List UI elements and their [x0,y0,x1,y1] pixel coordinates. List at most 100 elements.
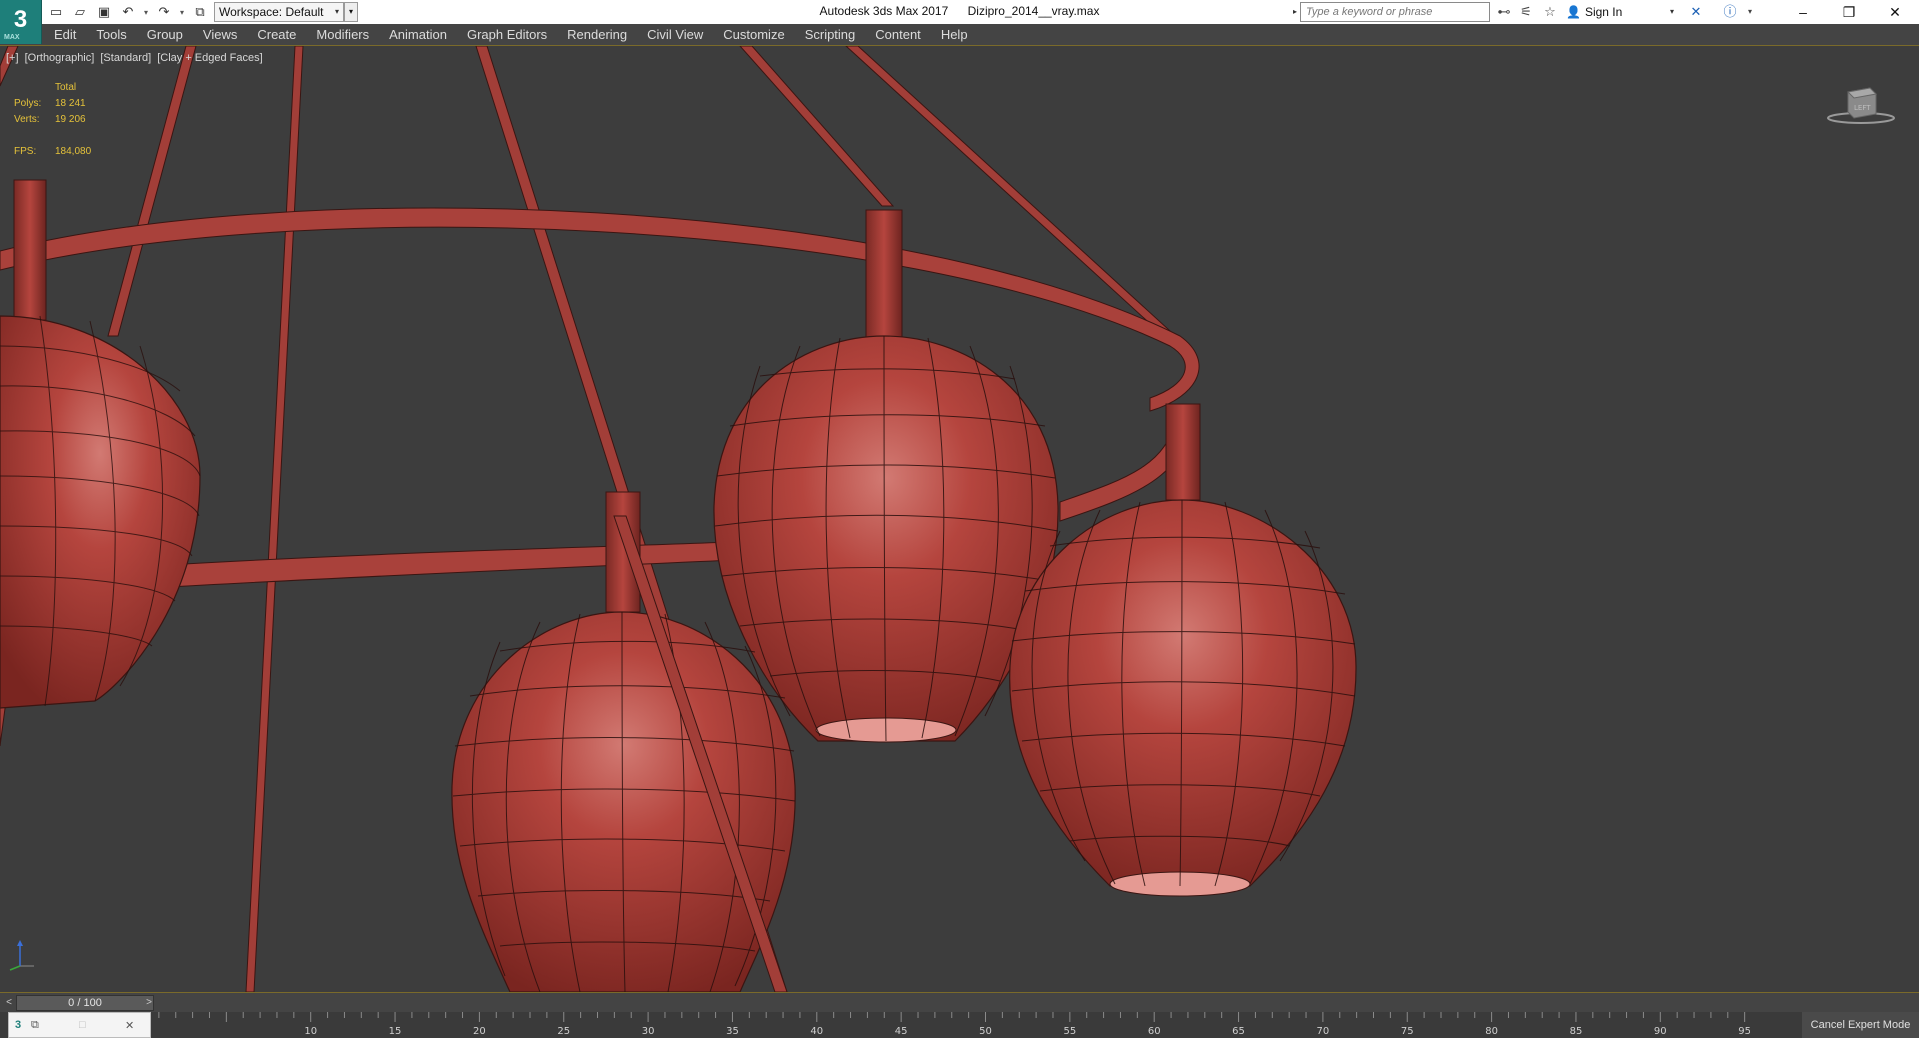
new-file-icon[interactable]: ▭ [46,2,66,22]
maxscript-listener-box[interactable]: 3 ⧉ □ ✕ [8,1012,151,1038]
stats-polys-label: Polys: [14,98,42,109]
redo-dropdown-icon[interactable]: ▾ [178,2,186,22]
chandelier-ring [0,207,1200,412]
open-file-icon[interactable]: ▱ [70,2,90,22]
lamp-stem [13,179,47,321]
cancel-expert-mode-button[interactable]: Cancel Expert Mode [1802,1012,1919,1038]
minimize-icon[interactable]: – [1780,0,1826,24]
viewport-shading-standard-menu[interactable]: [Standard] [100,52,151,64]
binoculars-icon[interactable]: ⊷ [1494,2,1514,22]
app-logo-text: 3 [13,6,28,33]
file-name: Dizipro_2014__vray.max [967,4,1100,18]
menu-item-help[interactable]: Help [931,24,978,46]
ruler-tick-label: 25 [557,1026,570,1037]
ruler-tick-label: 15 [389,1026,402,1037]
help-icon[interactable]: ⓘ [1720,2,1740,22]
restore-icon[interactable]: ❐ [1826,0,1872,24]
lamp-shade [1009,499,1357,897]
exchange-apps-icon[interactable]: ✕ [1686,2,1706,22]
ruler-tick-label: 90 [1654,1026,1667,1037]
app-logo-button[interactable]: 3 MAX [0,0,42,44]
ruler-tick-label: 75 [1401,1026,1414,1037]
app-mini-icon: 3 [15,1019,22,1031]
stats-fps-label: FPS: [14,146,37,157]
viewcube-icon[interactable]: LEFT [1826,78,1896,128]
app-title: Autodesk 3ds Max 2017 [819,4,949,18]
title-bar: 3 MAX ▭ ▱ ▣ ↶ ▾ ↷ ▾ ⧉ Workspace: Default… [0,0,1919,44]
menu-item-modifiers[interactable]: Modifiers [306,24,379,46]
viewport-scene[interactable] [0,46,1919,992]
ruler-tick-label: 80 [1485,1026,1498,1037]
ruler-tick-label: 95 [1738,1026,1750,1037]
bottom-bar: 3 ⧉ □ ✕ 10 15 20 25 30 35 40 45 50 55 60 65 70 75 80 85… [0,1012,1919,1038]
timeline-ruler[interactable]: 101520253035404550556065707580859095100 [156,1012,1750,1038]
lamp-stem [1165,403,1201,501]
search-input[interactable]: Type a keyword or phrase [1300,2,1490,22]
search-expand-icon[interactable]: ▸ [1290,2,1300,22]
favorites-star-icon[interactable]: ☆ [1540,2,1560,22]
stats-verts-label: Verts: [14,114,40,125]
workspace-menu-icon[interactable]: ▾ [344,2,358,22]
app-logo-sub: MAX [4,34,20,41]
undo-dropdown-icon[interactable]: ▾ [142,2,150,22]
stats-header: Total [55,82,77,93]
communication-center-icon[interactable]: ⚟ [1516,2,1536,22]
ruler-tick-label: 30 [642,1026,655,1037]
stats-polys-value: 18 241 [55,98,86,109]
viewport-point-of-view-menu[interactable]: [Orthographic] [25,52,95,64]
save-icon[interactable]: ▣ [94,2,114,22]
ruler-tick-label: 50 [979,1026,992,1037]
ruler-tick-label: 45 [895,1026,908,1037]
help-dropdown-icon[interactable]: ▾ [1740,2,1760,22]
time-slider[interactable]: 0 / 100 [16,995,154,1011]
suspension-rod [739,46,895,207]
viewport-label-menu[interactable]: [+] [Orthographic] [Standard] [Clay + Ed… [6,52,266,64]
ruler-tick-label: 65 [1232,1026,1245,1037]
menu-item-graph-editors[interactable]: Graph Editors [457,24,557,46]
previous-frame-icon[interactable]: < [2,996,16,1010]
viewport-general-menu[interactable]: [+] [6,52,19,64]
ruler-tick-label: 60 [1148,1026,1161,1037]
lamp-shade [451,611,796,992]
menu-item-group[interactable]: Group [137,24,193,46]
next-frame-icon[interactable]: > [142,996,156,1010]
undo-icon[interactable]: ↶ [118,2,138,22]
placeholder-box-icon: □ [79,1019,86,1031]
menu-item-civil-view[interactable]: Civil View [637,24,713,46]
time-slider-bar: < 0 / 100 > [0,992,1919,1012]
menu-item-views[interactable]: Views [193,24,247,46]
suspension-rod [245,46,304,992]
ruler-tick-label: 10 [304,1026,317,1037]
menu-item-animation[interactable]: Animation [379,24,457,46]
workspace-select[interactable]: Workspace: Default ▾ [214,2,344,22]
menu-item-rendering[interactable]: Rendering [557,24,637,46]
menu-item-edit[interactable]: Edit [44,24,86,46]
menu-item-customize[interactable]: Customize [713,24,794,46]
ruler-tick-label: 85 [1570,1026,1583,1037]
sign-in-button[interactable]: 👤 Sign In [1566,2,1622,22]
lamp-stem [865,209,903,341]
ruler-tick-label: 35 [726,1026,739,1037]
menu-item-content[interactable]: Content [865,24,931,46]
viewport-perspective[interactable]: [+] [Orthographic] [Standard] [Clay + Ed… [0,46,1919,992]
stats-fps-value: 184,080 [55,146,92,157]
menu-item-create[interactable]: Create [247,24,306,46]
viewport-visual-style-menu[interactable]: [Clay + Edged Faces] [157,52,262,64]
redo-icon[interactable]: ↷ [154,2,174,22]
ruler-tick-label: 70 [1317,1026,1330,1037]
chandelier-ring-front [149,539,781,589]
close-mini-icon[interactable]: ✕ [125,1019,134,1032]
stats-verts-value: 19 206 [55,114,86,125]
window-restore-mini-icon[interactable]: ⧉ [31,1019,39,1032]
menu-item-scripting[interactable]: Scripting [795,24,866,46]
menu-item-tools[interactable]: Tools [86,24,136,46]
axis-tripod-icon [9,940,34,971]
ruler-tick-label: 20 [473,1026,486,1037]
user-icon: 👤 [1566,5,1581,19]
viewcube-face-label: LEFT [1854,104,1871,112]
sign-in-dropdown-icon[interactable]: ▾ [1670,2,1674,22]
menu-bar: Edit Tools Group Views Create Modifiers Animat… [0,24,1919,46]
project-folder-icon[interactable]: ⧉ [190,2,210,22]
close-icon[interactable]: ✕ [1872,0,1918,24]
chevron-down-icon: ▾ [334,7,339,16]
